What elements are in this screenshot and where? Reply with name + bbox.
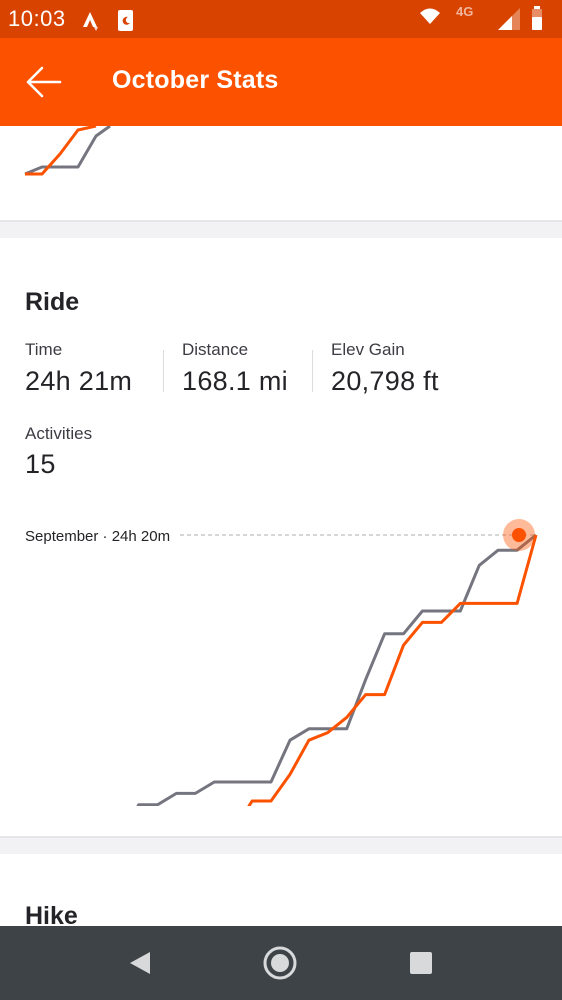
strava-notification-icon xyxy=(83,12,98,31)
distance-value: 168.1 mi xyxy=(182,366,288,396)
elev-gain-value: 20,798 ft xyxy=(331,366,439,396)
page-title: October Stats xyxy=(112,66,279,94)
nav-recents-button[interactable] xyxy=(404,946,438,980)
previous-section-chart xyxy=(24,126,111,176)
status-right-icons xyxy=(420,6,550,37)
elev-gain-label: Elev Gain xyxy=(331,340,405,359)
status-time: 10:03 xyxy=(8,6,66,31)
nav-back-button[interactable] xyxy=(124,946,158,980)
system-nav-bar xyxy=(0,926,562,1000)
time-label: Time xyxy=(25,340,63,359)
wifi-icon xyxy=(420,8,440,24)
status-left-icons xyxy=(80,8,140,37)
stats-content[interactable]: Ride Time 24h 21m Distance 168.1 mi Elev… xyxy=(0,126,562,926)
section-divider xyxy=(0,220,562,238)
nav-home-button[interactable] xyxy=(263,946,297,980)
section-divider xyxy=(0,836,562,854)
app-bar: October Stats xyxy=(0,38,562,126)
sleep-mode-icon xyxy=(118,10,133,31)
activities-value: 15 xyxy=(25,449,56,479)
current-month-line xyxy=(247,534,538,806)
signal-icon xyxy=(498,8,520,30)
time-value: 24h 21m xyxy=(25,366,133,396)
battery-icon xyxy=(532,6,542,30)
hike-section-title: Hike xyxy=(25,902,78,926)
back-triangle-icon xyxy=(130,952,150,974)
current-value-dot[interactable] xyxy=(512,528,526,542)
status-bar: 10:03 4G xyxy=(0,0,562,38)
stat-divider xyxy=(312,350,313,392)
stat-divider xyxy=(163,350,164,392)
activities-label: Activities xyxy=(25,424,93,443)
home-circle-icon xyxy=(263,946,297,980)
ride-section-title: Ride xyxy=(25,288,80,316)
back-button[interactable] xyxy=(24,64,64,100)
recents-square-icon xyxy=(410,952,432,974)
distance-label: Distance xyxy=(182,340,249,359)
arrow-left-icon xyxy=(26,66,62,98)
ride-cumulative-chart[interactable] xyxy=(0,506,562,806)
previous-month-line xyxy=(136,533,537,806)
